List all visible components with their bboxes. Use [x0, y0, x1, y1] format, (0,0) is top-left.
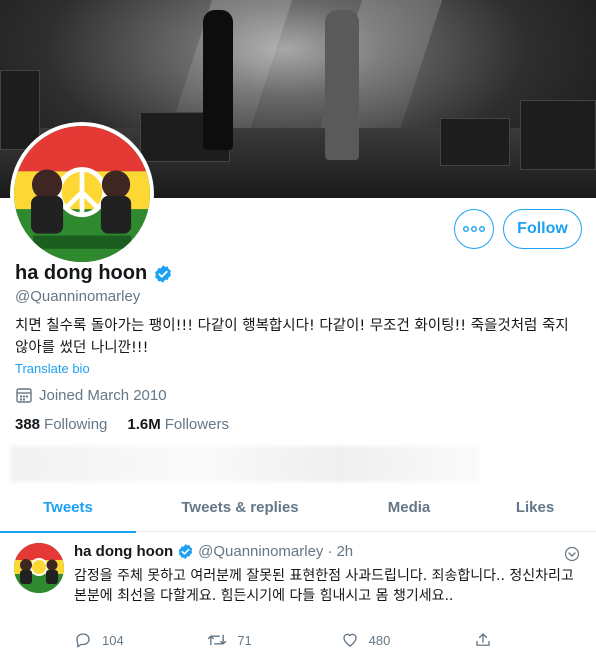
- profile-display-name: ha dong hoon: [15, 262, 148, 284]
- banner-speaker: [520, 100, 596, 170]
- reply-button[interactable]: 104: [74, 631, 166, 649]
- blurred-region: [10, 446, 480, 482]
- translate-bio-link[interactable]: Translate bio: [15, 361, 90, 376]
- more-options-button[interactable]: [454, 209, 494, 249]
- joined-date: Joined March 2010: [15, 386, 167, 404]
- follow-button[interactable]: Follow: [503, 209, 582, 249]
- tab-tweets-replies[interactable]: Tweets & replies: [136, 482, 344, 532]
- banner-performer-left: [203, 10, 233, 150]
- tweet-author-name[interactable]: ha dong hoon: [74, 543, 173, 560]
- share-button[interactable]: [474, 631, 504, 649]
- tweet-header: ha dong hoon @Quanninomarley · 2h: [74, 543, 353, 560]
- retweet-count: 71: [237, 632, 252, 648]
- tab-media[interactable]: Media: [344, 482, 474, 532]
- more-horizontal-icon: [463, 226, 485, 232]
- banner-speaker: [0, 70, 40, 150]
- profile-stats: 388 Following 1.6M Followers: [15, 416, 229, 433]
- following-count: 388: [15, 416, 41, 433]
- verified-badge-icon: [178, 544, 193, 559]
- share-icon: [476, 633, 490, 646]
- joined-date-text: Joined March 2010: [39, 386, 167, 404]
- tab-tweets[interactable]: Tweets: [0, 482, 136, 533]
- profile-bio: 치면 칠수록 돌아가는 팽이!!! 다같이 행복합시다! 다같이! 무조건 화이…: [15, 318, 569, 356]
- tweet-item[interactable]: ha dong hoon @Quanninomarley · 2h 감정을 주체…: [0, 533, 596, 661]
- tweet-actions: 104 71 480: [74, 631, 504, 649]
- profile-handle: @Quanninomarley: [15, 288, 141, 305]
- tab-likes[interactable]: Likes: [474, 482, 596, 532]
- like-count: 480: [368, 632, 391, 648]
- profile-tabs: Tweets Tweets & replies Media Likes: [0, 482, 596, 533]
- retweet-icon: [208, 634, 227, 646]
- reply-count: 104: [102, 632, 124, 648]
- verified-badge-icon: [155, 264, 172, 283]
- followers-label: Followers: [164, 416, 229, 433]
- tweet-text: 감정을 주체 못하고 여러분께 잘못된 표현한점 사과드립니다. 죄송합니다..…: [74, 568, 574, 604]
- tweet-author-handle[interactable]: @Quanninomarley: [198, 543, 323, 560]
- reply-icon: [76, 633, 90, 648]
- tweet-avatar[interactable]: [14, 543, 64, 593]
- tweet-avatar-image: [14, 543, 64, 593]
- like-button[interactable]: 480: [341, 631, 433, 649]
- retweet-button[interactable]: 71: [207, 631, 299, 649]
- tweet-separator: ·: [327, 543, 333, 560]
- following-stat[interactable]: 388 Following: [15, 416, 107, 433]
- banner-performer-right: [325, 10, 359, 160]
- followers-stat[interactable]: 1.6M Followers: [127, 416, 229, 433]
- heart-icon: [342, 633, 357, 647]
- chevron-down-icon: [564, 546, 580, 562]
- avatar-image: [14, 126, 150, 262]
- followers-count: 1.6M: [127, 416, 161, 433]
- profile-name-row: ha dong hoon: [15, 262, 173, 285]
- tweet-menu-button[interactable]: [564, 546, 580, 566]
- following-label: Following: [44, 416, 108, 433]
- profile-avatar[interactable]: [10, 122, 154, 266]
- calendar-icon: [16, 388, 32, 403]
- banner-speaker: [440, 118, 510, 166]
- tweet-timestamp[interactable]: 2h: [336, 543, 353, 560]
